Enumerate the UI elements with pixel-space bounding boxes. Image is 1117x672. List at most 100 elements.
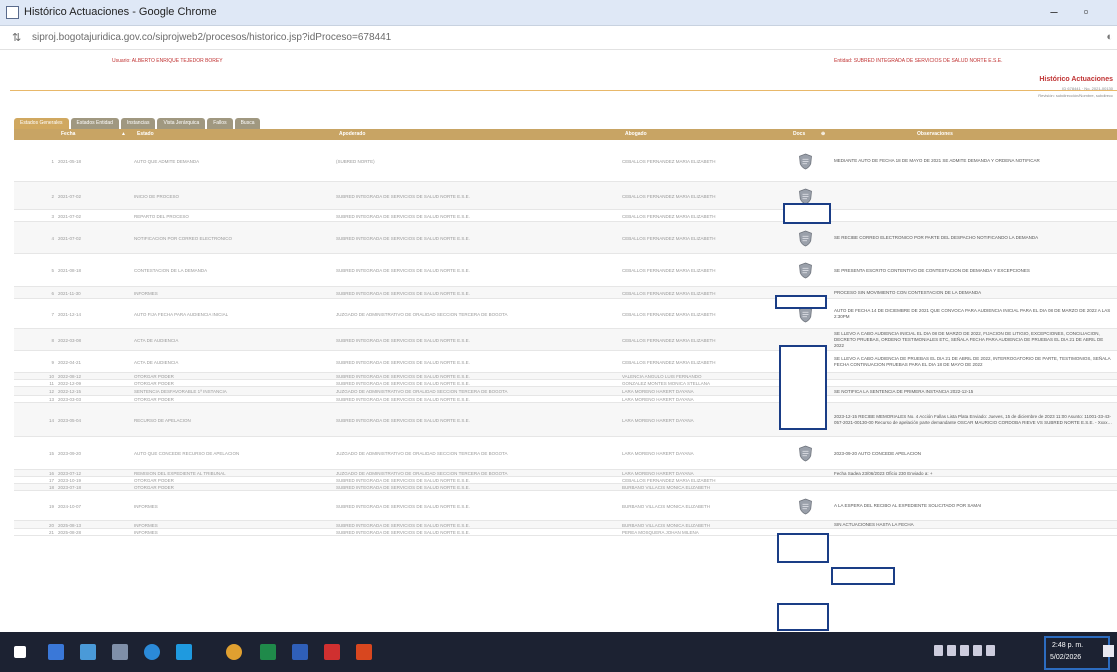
col-abogado[interactable]: Abogado bbox=[622, 129, 782, 140]
tray-app-icon[interactable] bbox=[947, 645, 956, 656]
sort-arrow-icon[interactable]: ▲ bbox=[118, 129, 128, 140]
store-icon[interactable] bbox=[176, 644, 192, 660]
table-row[interactable]: 4 2021-07-02 NOTIFICACION POR CORREO ELECT… bbox=[14, 222, 1117, 254]
document-icon[interactable] bbox=[798, 188, 813, 205]
cell-abogado: CEBALLOS FERNANDEZ MARIA ELIZABETH bbox=[622, 158, 716, 164]
cell-apoderado: SUBRED INTEGRADA DE SERVICIOS DE SALUD N… bbox=[336, 397, 470, 402]
tray-volume-icon[interactable] bbox=[973, 645, 982, 656]
table-row[interactable]: 10 2022-08-12 OTORGAR PODER SUBRED INTEGRAD… bbox=[14, 373, 1117, 380]
start-icon[interactable] bbox=[14, 646, 26, 658]
document-icon[interactable] bbox=[798, 262, 813, 279]
cell-estado: ACTA DE AUDIENCIA bbox=[134, 337, 179, 343]
document-icon[interactable] bbox=[798, 230, 813, 247]
cell-apoderado: (SUBRED NORTE) bbox=[336, 158, 375, 164]
document-icon[interactable] bbox=[798, 153, 813, 170]
cell-estado: SENTENCIA DESFAVORABLE 1ª INSTANCIA bbox=[134, 389, 227, 394]
cell-apoderado: SUBRED INTEGRADA DE SERVICIOS DE SALUD N… bbox=[336, 235, 470, 241]
table-row[interactable]: 2 2021-07-02 INICIO DE PROCESO SUBRED INTEG… bbox=[14, 182, 1117, 210]
redaction-box bbox=[775, 295, 827, 309]
table-row[interactable]: 1 2021-05-18 AUTO QUE ADMITE DEMANDA (SUBRE… bbox=[14, 140, 1117, 182]
cell-estado: OTORGAR PODER bbox=[134, 381, 174, 386]
table-row[interactable]: 14 2023-05-04 RECURSO DE APELACION SUBRED I… bbox=[14, 403, 1117, 437]
cortana-icon[interactable] bbox=[144, 644, 160, 660]
cell-apoderado: SUBRED INTEGRADA DE SERVICIOS DE SALUD N… bbox=[336, 478, 470, 483]
cell-estado: INFORMES bbox=[134, 503, 158, 509]
tab-strip: Estados Generales Estados Entidad Instan… bbox=[14, 118, 262, 129]
table-row[interactable]: 17 2023-10-19 OTORGAR PODER SUBRED INTEGRAD… bbox=[14, 477, 1117, 484]
tray-chevron-icon[interactable] bbox=[934, 645, 943, 656]
table-row[interactable]: 6 2021-11-30 INFORMES SUBRED INTEGRADA DE S… bbox=[14, 287, 1117, 299]
explorer-icon[interactable] bbox=[48, 644, 64, 660]
cell-estado: OTORGAR PODER bbox=[134, 374, 174, 379]
table-row[interactable]: 16 2023-07-12 REMISION DEL EXPEDIENTE AL T… bbox=[14, 470, 1117, 477]
clock-time[interactable]: 2:48 p. m. bbox=[1052, 642, 1083, 649]
powerpoint-icon[interactable] bbox=[356, 644, 372, 660]
table-row[interactable]: 15 2023-09-20 AUTO QUE CONCEDE RECURSO DE … bbox=[14, 437, 1117, 470]
doc-cell bbox=[790, 521, 820, 529]
cell-n: 9 bbox=[51, 359, 54, 365]
cell-abogado: CEBALLOS FERNANDEZ MARIA ELIZABETH bbox=[622, 311, 716, 317]
doc-cell bbox=[790, 470, 820, 477]
doc-cell bbox=[790, 477, 820, 484]
excel-icon[interactable] bbox=[260, 644, 276, 660]
cell-fecha: 2025-08-13 bbox=[58, 522, 82, 528]
col-observaciones[interactable]: Observaciones bbox=[914, 129, 1114, 140]
cell-estado: OTORGAR PODER bbox=[134, 478, 174, 483]
document-icon[interactable] bbox=[798, 445, 813, 462]
cell-obs: SIN ACTUACIONES HASTA LA FECHA bbox=[834, 522, 914, 527]
table-row[interactable]: 9 2022-04-21 ACTA DE AUDIENCIA SUBRED INTEG… bbox=[14, 351, 1117, 373]
col-estado[interactable]: Estado bbox=[134, 129, 334, 140]
cell-estado: CONTESTACION DE LA DEMANDA bbox=[134, 268, 208, 273]
cell-n: 3 bbox=[51, 213, 54, 219]
zoom-icon[interactable]: ◐ bbox=[1106, 31, 1113, 43]
files-icon[interactable] bbox=[112, 644, 128, 660]
tab-busca[interactable]: Busca bbox=[234, 118, 261, 129]
table-row[interactable]: 7 2021-12-14 AUTO FIJA FECHA PARA AUDIENCI… bbox=[14, 299, 1117, 329]
cell-fecha: 2023-09-20 bbox=[58, 451, 82, 456]
maximize-button[interactable]: ▫ bbox=[1076, 4, 1096, 19]
cell-estado: INFORMES bbox=[134, 290, 158, 296]
url-field[interactable]: siproj.bogotajuridica.gov.co/siprojweb2/… bbox=[32, 32, 391, 43]
clock-date[interactable]: 5/02/2026 bbox=[1050, 654, 1081, 661]
table-row[interactable]: 18 2023-07-18 OTORGAR PODER SUBRED INTEGRAD… bbox=[14, 484, 1117, 491]
tab-fallos[interactable]: Fallos bbox=[207, 118, 233, 129]
cell-obs: MEDIANTE AUTO DE FECHA 18 DE MAYO DE 202… bbox=[834, 158, 1040, 163]
cell-abogado: LARA MORENO HARERT DAYANA bbox=[622, 471, 694, 476]
table-row[interactable]: 5 2021-08-18 CONTESTACION DE LA DEMANDA SUB… bbox=[14, 254, 1117, 287]
document-icon[interactable] bbox=[798, 498, 813, 515]
minimize-button[interactable]: – bbox=[1044, 4, 1064, 19]
info-header: Usuario: ALBERTO ENRIQUE TEJEDOR BOREY E… bbox=[0, 52, 1117, 98]
tray-keyboard-icon[interactable] bbox=[986, 645, 995, 656]
cell-estado: AUTO FIJA FECHA PARA AUDIENCIA INICIAL bbox=[134, 311, 229, 317]
tab-estados-generales[interactable]: Estados Generales bbox=[14, 118, 69, 129]
table-row[interactable]: 8 2022-03-08 ACTA DE AUDIENCIA SUBRED INTEG… bbox=[14, 329, 1117, 351]
table-row[interactable]: 19 2024-10-07 INFORMES SUBRED INTEGRADA DE … bbox=[14, 491, 1117, 521]
table-row[interactable]: 13 2023-03-03 OTORGAR PODER SUBRED INTEGRAD… bbox=[14, 396, 1117, 403]
site-info-icon[interactable]: ⇅ bbox=[12, 31, 21, 44]
expand-all-icon[interactable]: ⊕ bbox=[818, 129, 828, 140]
notification-icon[interactable] bbox=[1103, 645, 1114, 657]
table-row[interactable]: 3 2021-07-02 REPARTO DEL PROCESO SUBRED INT… bbox=[14, 210, 1117, 222]
chrome-icon[interactable] bbox=[226, 644, 242, 660]
doc-cell bbox=[790, 222, 820, 254]
address-bar: ⇅ siproj.bogotajuridica.gov.co/siprojweb… bbox=[0, 26, 1117, 50]
word-icon[interactable] bbox=[292, 644, 308, 660]
cell-obs: SE LLEVO A CABO AUDIENCIA INICIAL EL DIA… bbox=[834, 331, 1104, 348]
cell-n: 10 bbox=[48, 374, 54, 379]
tab-estados-entidad[interactable]: Estados Entidad bbox=[70, 118, 119, 129]
edge-icon[interactable] bbox=[80, 644, 96, 660]
col-apoderado[interactable]: Apoderado bbox=[336, 129, 616, 140]
pdf-icon[interactable] bbox=[324, 644, 340, 660]
table-row[interactable]: 21 2025-08-28 INFORMES SUBRED INTEGRADA DE … bbox=[14, 529, 1117, 536]
cell-abogado: GONZALEZ MONTES MONICA STELLANA bbox=[622, 381, 711, 386]
tab-instancias[interactable]: Instancias bbox=[120, 118, 156, 129]
table-row[interactable]: 20 2025-08-13 INFORMES SUBRED INTEGRADA DE … bbox=[14, 521, 1117, 529]
table-row[interactable]: 11 2022-12-09 OTORGAR PODER SUBRED INTEGRAD… bbox=[14, 380, 1117, 387]
col-docs[interactable]: Docs bbox=[790, 129, 820, 140]
redaction-box bbox=[777, 603, 829, 631]
cell-estado: AUTO QUE ADMITE DEMANDA bbox=[134, 158, 200, 164]
table-row[interactable]: 12 2022-12-15 SENTENCIA DESFAVORABLE 1ª IN… bbox=[14, 387, 1117, 396]
tab-vista-jerarquica[interactable]: Vista Jerárquica bbox=[157, 118, 206, 129]
tray-network-icon[interactable] bbox=[960, 645, 969, 656]
cell-obs: SE RECIBE CORREO ELECTRONICO POR PARTE D… bbox=[834, 235, 1039, 240]
